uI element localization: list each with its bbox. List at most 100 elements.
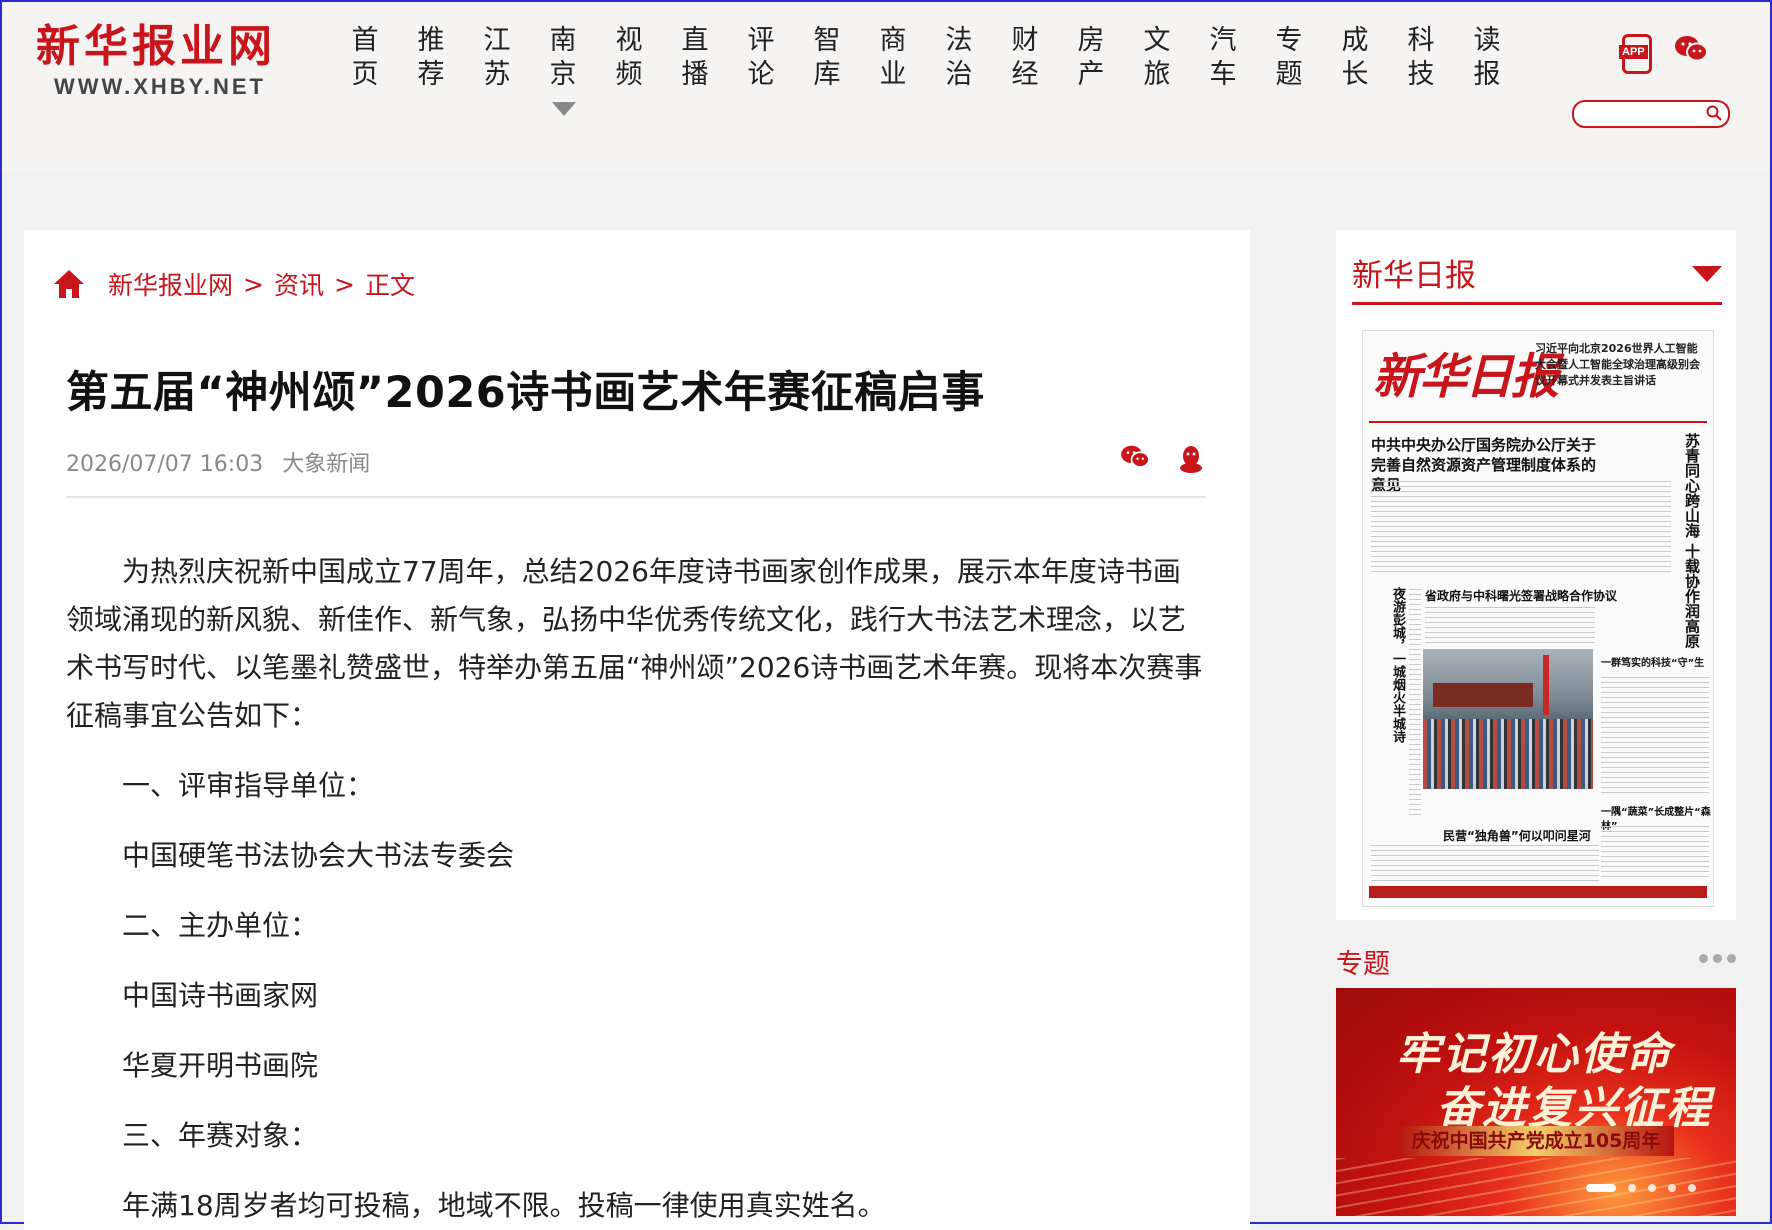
- carousel-dot[interactable]: [1648, 1184, 1656, 1192]
- wechat-icon[interactable]: [1674, 34, 1708, 64]
- article-paragraph: 中国诗书画家网: [122, 979, 319, 1012]
- epaper-masthead: 新华日报: [1373, 349, 1559, 405]
- breadcrumb-separator: >: [333, 269, 355, 299]
- epaper-text-block: [1601, 677, 1709, 797]
- nav-label-top: 智: [813, 25, 841, 56]
- nav-label-bottom: 车: [1209, 59, 1237, 90]
- epaper-thumbnail[interactable]: 新华日报 习近平向北京2026世界人工智能大会暨人工智能全球治理高级别会议开幕式…: [1362, 330, 1714, 907]
- nav-item-jiangsu[interactable]: 江苏: [464, 24, 530, 92]
- epaper-vertical-headline: 苏青同心跨山海 十载协作润高原: [1683, 433, 1701, 649]
- nav-label-bottom: 业: [879, 59, 907, 90]
- breadcrumb-section[interactable]: 资讯: [274, 266, 324, 302]
- chevron-down-icon[interactable]: [1692, 266, 1722, 282]
- nav-item-epaper[interactable]: 读报: [1454, 24, 1520, 92]
- epaper-text-block: [1371, 845, 1599, 881]
- chevron-down-icon: [552, 102, 576, 116]
- epaper-subheadline: 省政府与中科曙光签署战略合作协议: [1425, 589, 1618, 603]
- epaper-top-headline: 习近平向北京2026世界人工智能大会暨人工智能全球治理高级别会议开幕式并发表主旨…: [1535, 342, 1700, 387]
- epaper-vertical-headline-2: 夜游彭城，一城烟火半城诗: [1390, 587, 1405, 743]
- main-nav: 首页 推荐 江苏 南京 视频 直播 评论 智库 商业 法治 财经 房产 文旅 汽…: [332, 24, 1520, 116]
- share-buttons: [1120, 444, 1204, 474]
- nav-label-bottom: 经: [1011, 59, 1039, 90]
- nav-label-top: 评: [747, 25, 775, 56]
- nav-item-law[interactable]: 法治: [926, 24, 992, 92]
- epaper-text-block: [1425, 607, 1595, 643]
- nav-item-topics[interactable]: 专题: [1256, 24, 1322, 92]
- nav-item-nanjing[interactable]: 南京: [530, 24, 596, 116]
- carousel-pager: [1586, 1184, 1696, 1192]
- logo-text-cn: 新华报业网: [36, 21, 276, 72]
- nav-item-finance[interactable]: 财经: [992, 24, 1058, 92]
- nav-label-top: 法: [945, 25, 973, 56]
- search-box: [1572, 100, 1730, 128]
- nav-label-top: 推: [417, 25, 445, 56]
- nav-item-recommend[interactable]: 推荐: [398, 24, 464, 92]
- article-title: 第五届“神州颂”2026诗书画艺术年赛征稿启事: [66, 368, 985, 418]
- qq-share-icon[interactable]: [1178, 444, 1204, 474]
- nav-item-growth[interactable]: 成长: [1322, 24, 1388, 92]
- carousel-dot[interactable]: [1628, 1184, 1636, 1192]
- topics-header: 专题: [1336, 942, 1736, 981]
- breadcrumb-current: 正文: [364, 271, 415, 300]
- nav-label-bottom: 频: [615, 59, 643, 90]
- nav-label-bottom: 荐: [417, 59, 445, 90]
- nav-label-bottom: 题: [1275, 59, 1303, 90]
- nav-item-thinktank[interactable]: 智库: [794, 24, 860, 92]
- photo-crane: [1543, 655, 1549, 715]
- nav-label-top: 首: [351, 25, 379, 56]
- breadcrumb-home[interactable]: 新华报业网: [108, 266, 233, 302]
- nav-label-top: 财: [1011, 25, 1039, 56]
- nav-label-top: 商: [879, 25, 907, 56]
- nav-label-bottom: 旅: [1143, 59, 1171, 90]
- home-icon[interactable]: [52, 267, 86, 301]
- nav-item-commentary[interactable]: 评论: [728, 24, 794, 92]
- epaper-text-block: [1601, 826, 1709, 881]
- article-card: 新华报业网 > 资讯 > 正文 第五届“神州颂”2026诗书画艺术年赛征稿启事 …: [24, 230, 1250, 1230]
- carousel-dot[interactable]: [1688, 1184, 1696, 1192]
- nav-item-home[interactable]: 首页: [332, 24, 398, 92]
- search-input[interactable]: [1582, 102, 1706, 126]
- nav-label-bottom: 治: [945, 59, 973, 90]
- meta-divider: [66, 496, 1206, 498]
- nav-item-tech[interactable]: 科技: [1388, 24, 1454, 92]
- search-icon[interactable]: [1706, 105, 1722, 121]
- more-dots-icon[interactable]: [1699, 954, 1736, 963]
- nav-label-top: 南: [549, 25, 577, 56]
- nav-label-bottom: 播: [681, 59, 709, 90]
- site-logo[interactable]: 新华报业网 WWW.XHBY.NET: [36, 22, 276, 100]
- nav-label-bottom: 长: [1341, 59, 1369, 90]
- app-badge: APP: [1619, 45, 1648, 59]
- carousel-dot-active[interactable]: [1586, 1184, 1616, 1192]
- nav-item-business[interactable]: 商业: [860, 24, 926, 92]
- wechat-share-icon[interactable]: [1120, 444, 1150, 470]
- article-paragraph: 中国硬笔书法协会大书法专委会: [122, 839, 515, 872]
- nav-label-top: 房: [1077, 25, 1105, 56]
- carousel-dot[interactable]: [1668, 1184, 1676, 1192]
- nav-item-realestate[interactable]: 房产: [1058, 24, 1124, 92]
- epaper-text-block: [1371, 481, 1671, 573]
- nav-label-bottom: 技: [1407, 59, 1435, 90]
- nav-item-auto[interactable]: 汽车: [1190, 24, 1256, 92]
- nav-item-video[interactable]: 视频: [596, 24, 662, 92]
- nav-label-top: 汽: [1209, 25, 1237, 56]
- epaper-footer-bar: [1369, 886, 1707, 898]
- nav-label-top: 读: [1473, 25, 1501, 56]
- nav-label-top: 科: [1407, 25, 1435, 56]
- banner-ribbon: 庆祝中国共产党成立105周年: [1398, 1126, 1674, 1156]
- topics-title: 专题: [1336, 949, 1390, 980]
- epaper-subheadline-2: 民营“独角兽”何以叩问星河: [1443, 829, 1591, 843]
- nav-item-live[interactable]: 直播: [662, 24, 728, 92]
- epaper-photo: [1423, 649, 1593, 789]
- header-icons: APP: [1619, 34, 1708, 74]
- article-lead-paragraph: 为热烈庆祝新中国成立77周年，总结2026年度诗书画家创作成果，展示本年度诗书画…: [66, 555, 1203, 732]
- topic-banner[interactable]: 牢记初心使命 奋进复兴征程 庆祝中国共产党成立105周年: [1336, 988, 1736, 1216]
- app-phone-icon[interactable]: APP: [1619, 34, 1652, 74]
- breadcrumb-separator: >: [243, 269, 264, 299]
- nav-label-bottom: 页: [351, 59, 379, 90]
- article-section-heading: 三、年赛对象：: [122, 1119, 319, 1152]
- nav-label-bottom: 产: [1077, 59, 1105, 90]
- nav-label-top: 直: [681, 25, 709, 56]
- nav-item-culture-travel[interactable]: 文旅: [1124, 24, 1190, 92]
- article-section-heading: 二、主办单位：: [122, 909, 319, 942]
- site-header: 新华报业网 WWW.XHBY.NET 首页 推荐 江苏 南京 视频 直播 评论 …: [2, 2, 1770, 172]
